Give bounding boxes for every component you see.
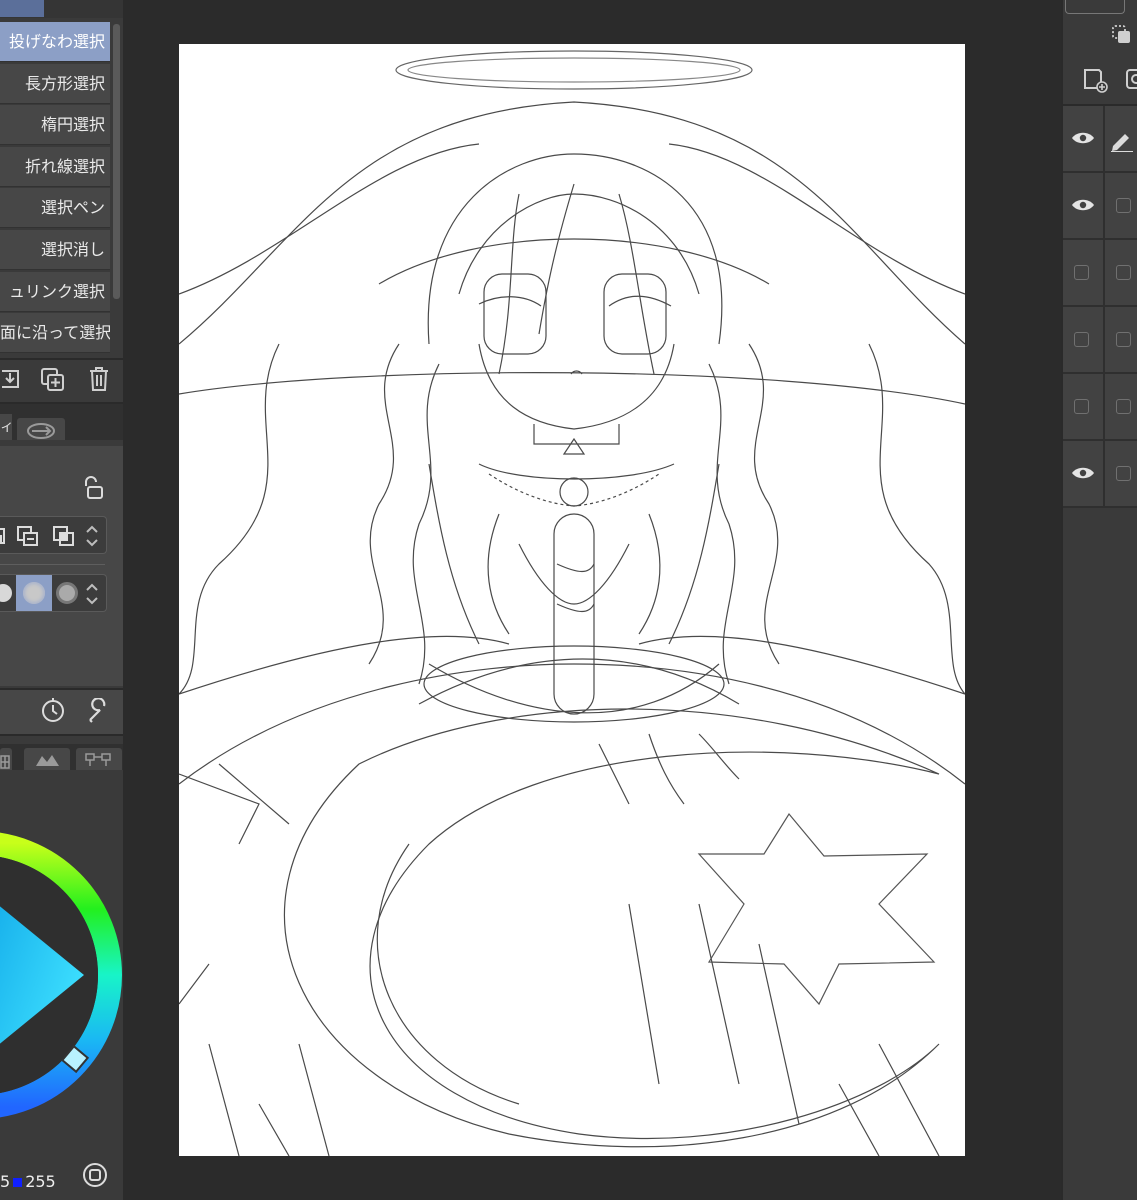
divider — [0, 564, 105, 565]
new-selection-icon[interactable] — [0, 526, 8, 546]
tool-list-scrollbar[interactable] — [113, 24, 120, 299]
pencil-icon[interactable] — [1109, 128, 1135, 152]
tool-ellipse-select[interactable]: 楕円選択 — [0, 105, 110, 146]
left-panel: 投げなわ選択 長方形選択 楕円選択 折れ線選択 選択ペン 選択消し ュリンク選択… — [0, 0, 123, 1200]
tab-color-history[interactable] — [76, 748, 122, 770]
tab-sub-tool-detail[interactable] — [17, 418, 65, 440]
antialias-group — [0, 574, 107, 612]
hue-ring[interactable] — [0, 770, 123, 1170]
color-panel-tabs — [0, 744, 123, 770]
tool-selection-pen[interactable]: 選択ペン — [0, 188, 110, 229]
layer-panel — [1061, 0, 1137, 1200]
layer-mask-icon[interactable] — [1111, 24, 1133, 46]
eye-icon[interactable] — [1071, 130, 1095, 146]
color-settings-icon[interactable] — [82, 1162, 108, 1188]
antialias-stepper-icon[interactable] — [84, 581, 100, 607]
unlock-icon[interactable] — [82, 476, 104, 500]
visibility-checkbox[interactable] — [1074, 265, 1089, 280]
layer-checkbox[interactable] — [1116, 399, 1131, 414]
tool-select-along-surface[interactable]: 面に沿って選択 — [0, 313, 110, 354]
active-top-tab[interactable] — [0, 0, 44, 17]
layer-row-6[interactable] — [1063, 441, 1137, 508]
blend-mode-dropdown[interactable] — [1065, 0, 1125, 14]
subtract-selection-icon[interactable] — [16, 525, 40, 547]
copy-add-icon[interactable] — [40, 367, 66, 393]
antialias-weak-option[interactable] — [16, 575, 52, 611]
canvas-area[interactable] — [123, 0, 1061, 1200]
link-arrows-icon — [27, 423, 55, 439]
eye-icon[interactable] — [1071, 197, 1095, 213]
divider — [0, 734, 123, 736]
color-wheel-panel — [0, 770, 123, 1200]
blue-swatch — [13, 1178, 23, 1187]
node-tree-icon — [85, 753, 111, 766]
green-value: 5 — [0, 1172, 11, 1191]
antialias-strong-icon[interactable] — [56, 582, 78, 604]
line-art-illustration — [179, 50, 965, 1156]
tab-tool-property[interactable]: ィ — [0, 414, 14, 440]
layer-row-1[interactable] — [1063, 106, 1137, 173]
tool-action-row — [0, 358, 123, 402]
new-layer-icon[interactable] — [1081, 66, 1109, 94]
reset-timer-icon[interactable] — [40, 698, 66, 724]
layer-checkbox[interactable] — [1116, 265, 1131, 280]
top-tab-strip — [0, 0, 123, 18]
property-tabs: ィ — [0, 404, 123, 440]
tab-intermediate-color[interactable] — [24, 748, 70, 770]
tool-selection-eraser[interactable]: 選択消し — [0, 229, 110, 270]
duplicate-down-icon[interactable] — [0, 367, 22, 391]
layer-checkbox[interactable] — [1116, 466, 1131, 481]
layer-row-3[interactable] — [1063, 240, 1137, 307]
layer-checkbox[interactable] — [1116, 332, 1131, 347]
layer-row-4[interactable] — [1063, 307, 1137, 374]
tool-property-panel — [0, 446, 123, 686]
tool-shrink-select[interactable]: ュリンク選択 — [0, 271, 110, 312]
tool-polyline-select[interactable]: 折れ線選択 — [0, 146, 110, 187]
tool-rectangle-select[interactable]: 長方形選択 — [0, 63, 110, 104]
visibility-checkbox[interactable] — [1074, 332, 1089, 347]
selection-mode-group — [0, 516, 107, 554]
eye-icon[interactable] — [1071, 465, 1095, 481]
tool-lasso-select[interactable]: 投げなわ選択 — [0, 22, 110, 62]
new-folder-icon[interactable] — [1125, 66, 1137, 94]
layer-checkbox[interactable] — [1116, 198, 1131, 213]
rgb-readout: 5 255 — [0, 1172, 56, 1191]
visibility-checkbox[interactable] — [1074, 399, 1089, 414]
trash-icon[interactable] — [88, 366, 110, 392]
tab-color-slider[interactable] — [0, 748, 12, 770]
layer-row-2[interactable] — [1063, 173, 1137, 240]
blue-value: 255 — [25, 1172, 56, 1191]
property-footer — [0, 690, 123, 734]
intersect-selection-icon[interactable] — [52, 525, 76, 547]
grid-icon — [0, 755, 10, 769]
wrench-icon[interactable] — [86, 698, 112, 724]
antialias-none-icon[interactable] — [0, 584, 12, 602]
mode-stepper-icon[interactable] — [84, 523, 100, 549]
selection-tool-list: 投げなわ選択 長方形選択 楕円選択 折れ線選択 選択ペン 選択消し ュリンク選択… — [0, 22, 110, 355]
layer-row-5[interactable] — [1063, 374, 1137, 441]
mountain-icon — [36, 755, 59, 766]
drawing-canvas[interactable] — [179, 44, 965, 1156]
